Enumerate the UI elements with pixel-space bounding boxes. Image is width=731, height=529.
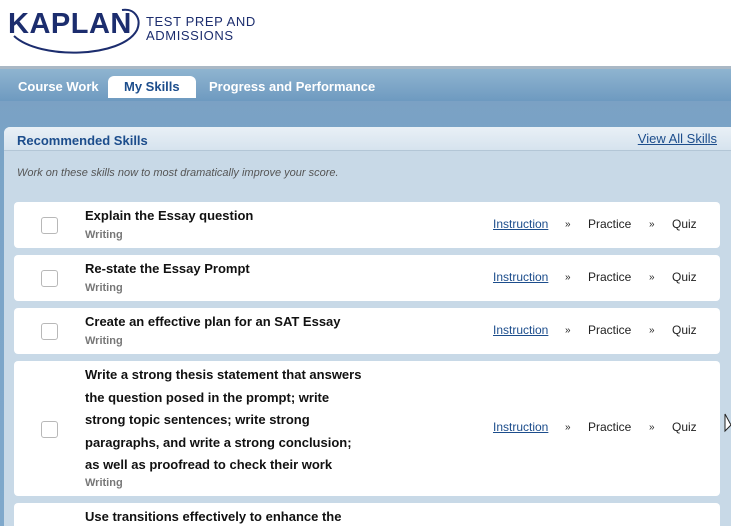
tab-my-skills[interactable]: My Skills [108, 76, 196, 98]
skill-title: Use transitions effectively to enhance t… [85, 509, 342, 524]
skill-title: Create an effective plan for an SAT Essa… [85, 314, 341, 329]
separator-icon: » [565, 272, 571, 283]
panel-title: Recommended Skills [17, 133, 148, 148]
skill-title: Re-state the Essay Prompt [85, 261, 250, 276]
skill-row: Create an effective plan for an SAT Essa… [14, 308, 720, 354]
skill-checkbox[interactable] [41, 270, 58, 287]
panel-intro: Work on these skills now to most dramati… [17, 167, 339, 179]
practice-link[interactable]: Practice [588, 323, 631, 337]
practice-link[interactable]: Practice [588, 270, 631, 284]
instruction-link[interactable]: Instruction [493, 323, 548, 337]
instruction-link[interactable]: Instruction [493, 420, 548, 434]
separator-icon: » [565, 325, 571, 336]
skill-category: Writing [85, 229, 123, 241]
skill-checkbox[interactable] [41, 421, 58, 438]
skill-checkbox[interactable] [41, 323, 58, 340]
instruction-link[interactable]: Instruction [493, 217, 548, 231]
separator-icon: » [649, 219, 655, 230]
skill-category: Writing [85, 282, 123, 294]
separator-icon: » [649, 325, 655, 336]
main-nav: Course Work My Skills Progress and Perfo… [0, 69, 731, 101]
quiz-link[interactable]: Quiz [672, 270, 697, 284]
quiz-link[interactable]: Quiz [672, 420, 697, 434]
header: KAPLAN TEST PREP AND ADMISSIONS [0, 0, 731, 66]
practice-link[interactable]: Practice [588, 217, 631, 231]
instruction-link[interactable]: Instruction [493, 270, 548, 284]
separator-icon: » [649, 272, 655, 283]
quiz-link[interactable]: Quiz [672, 217, 697, 231]
skill-title: Write a strong thesis statement that ans… [85, 367, 362, 472]
skill-title: Explain the Essay question [85, 208, 254, 223]
view-all-skills-link[interactable]: View All Skills [638, 131, 717, 146]
skill-checkbox[interactable] [41, 217, 58, 234]
logo-tagline: TEST PREP AND ADMISSIONS [146, 14, 256, 43]
skill-category: Writing [85, 477, 123, 489]
kaplan-logo[interactable]: KAPLAN [8, 8, 132, 41]
panel-header: Recommended Skills View All Skills [4, 127, 731, 151]
separator-icon: » [565, 422, 571, 433]
skill-row: Re-state the Essay Prompt Writing Instru… [14, 255, 720, 301]
tab-course-work[interactable]: Course Work [18, 76, 99, 98]
tab-progress-and-performance[interactable]: Progress and Performance [209, 76, 375, 98]
practice-link[interactable]: Practice [588, 420, 631, 434]
mouse-cursor-icon [724, 413, 731, 433]
skill-category: Writing [85, 335, 123, 347]
separator-icon: » [565, 219, 571, 230]
skill-row: Write a strong thesis statement that ans… [14, 361, 720, 496]
quiz-link[interactable]: Quiz [672, 323, 697, 337]
skill-row: Use transitions effectively to enhance t… [14, 503, 720, 526]
separator-icon: » [649, 422, 655, 433]
skill-row: Explain the Essay question Writing Instr… [14, 202, 720, 248]
